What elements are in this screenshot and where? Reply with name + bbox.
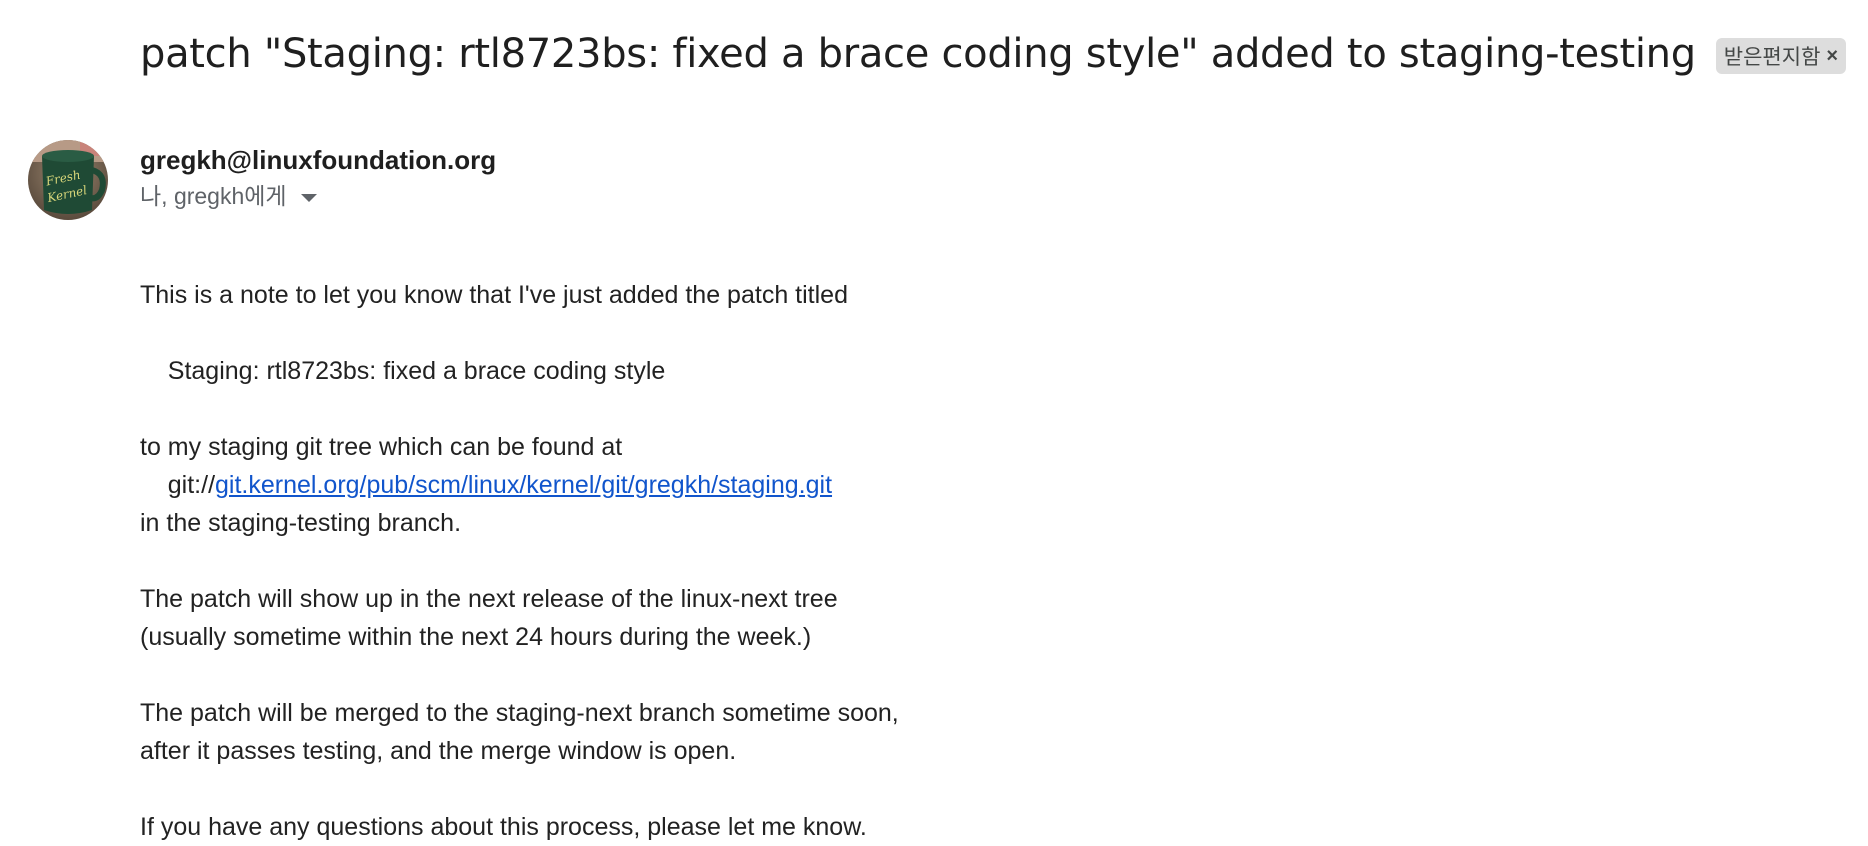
email-body: This is a note to let you know that I've… — [140, 276, 899, 846]
body-line-patch-title: Staging: rtl8723bs: fixed a brace coding… — [140, 357, 666, 385]
sender-block: gregkh@linuxfoundation.org 나, gregkh에게 — [140, 143, 496, 211]
body-line: The patch will be merged to the staging-… — [140, 699, 899, 727]
body-line: to my staging git tree which can be foun… — [140, 433, 623, 461]
git-url-prefix: git:// — [140, 471, 216, 499]
sender-email[interactable]: gregkh@linuxfoundation.org — [140, 143, 496, 177]
body-line: after it passes testing, and the merge w… — [140, 737, 737, 765]
body-line: The patch will show up in the next relea… — [140, 585, 838, 613]
inbox-label-chip[interactable]: 받은편지함 × — [1715, 38, 1847, 74]
git-repo-link[interactable]: git.kernel.org/pub/scm/linux/kernel/git/… — [215, 471, 832, 499]
subject-row: patch "Staging: rtl8723bs: fixed a brace… — [140, 28, 1847, 80]
body-line: (usually sometime within the next 24 hou… — [140, 623, 812, 651]
body-line: This is a note to let you know that I've… — [140, 281, 848, 309]
sender-avatar[interactable]: Fresh Kernel — [28, 140, 108, 220]
body-line-git-url: git://git.kernel.org/pub/scm/linux/kerne… — [140, 466, 899, 504]
body-line: in the staging-testing branch. — [140, 509, 462, 537]
inbox-label-text: 받은편지함 — [1723, 46, 1821, 69]
body-line: If you have any questions about this pro… — [140, 813, 867, 841]
recipients-text: 나, gregkh에게 — [140, 183, 287, 209]
remove-label-icon[interactable]: × — [1826, 46, 1838, 66]
recipient-row: 나, gregkh에게 — [140, 181, 496, 211]
email-subject: patch "Staging: rtl8723bs: fixed a brace… — [140, 31, 1696, 77]
mug-avatar-image: Fresh Kernel — [28, 140, 108, 220]
show-details-dropdown-icon[interactable] — [300, 193, 317, 202]
